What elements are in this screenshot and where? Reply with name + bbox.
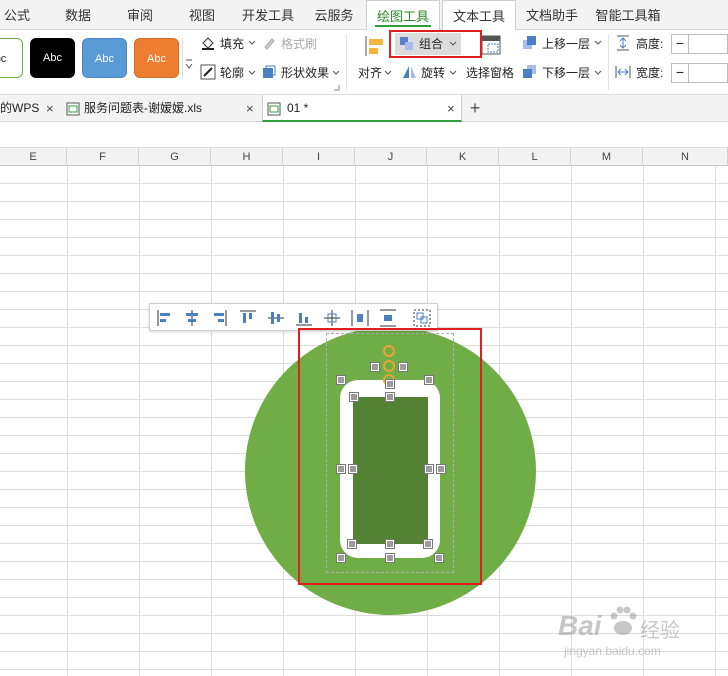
column-header[interactable]: F [67, 148, 139, 166]
align-left-icon[interactable] [155, 308, 175, 328]
chevron-down-icon [332, 70, 340, 75]
shape-style-orange[interactable]: Abc [134, 38, 179, 78]
column-header[interactable]: L [499, 148, 571, 166]
chevron-down-icon [594, 70, 602, 75]
tab-drawing-tools[interactable]: 绘图工具 [366, 0, 440, 31]
close-icon[interactable]: × [46, 95, 54, 122]
bring-forward-button[interactable]: 上移一层 [542, 36, 590, 52]
spreadsheet-file-icon [267, 102, 281, 116]
watermark-url: jingyan.baidu.com [564, 644, 661, 658]
new-tab-button[interactable]: + [466, 95, 484, 122]
align-right-icon[interactable] [209, 308, 229, 328]
column-header[interactable]: N [643, 148, 728, 166]
shape-effect-icon [263, 65, 276, 78]
doc-tab-wps[interactable]: 的WPS × [0, 95, 60, 122]
column-header-row: E F G H I J K L M N [0, 148, 728, 166]
paw-logo-icon [610, 606, 637, 635]
send-backward-button[interactable]: 下移一层 [542, 65, 590, 81]
doc-tab-label: 01 * [287, 101, 309, 115]
width-icon [615, 66, 631, 78]
tab-formula[interactable]: 公式 [0, 0, 34, 30]
close-icon[interactable]: × [246, 95, 254, 122]
chevron-down-icon [384, 70, 392, 75]
fill-button[interactable]: 填充 [220, 36, 244, 52]
align-button[interactable]: 对齐 [358, 65, 382, 81]
tab-smart-toolbox[interactable]: 智能工具箱 [592, 0, 664, 30]
align-center-icon[interactable] [182, 308, 202, 328]
styles-more-button[interactable] [182, 38, 194, 78]
shape-style-black[interactable]: Abc [30, 38, 75, 78]
doc-tab-label: 的WPS [0, 101, 40, 115]
rotate-icon [403, 66, 416, 78]
ribbon-tab-bar: 公式 数据 审阅 视图 开发工具 云服务 绘图工具 文本工具 文档助手 智能工具… [0, 0, 728, 31]
height-label: 高度: [636, 37, 664, 51]
tab-doc-assistant[interactable]: 文档助手 [522, 0, 582, 30]
align-middle-icon[interactable] [266, 308, 286, 328]
doc-tab-xls[interactable]: 服务问题表-谢嫒嫒.xls × [62, 95, 258, 122]
outline-pen-icon [200, 64, 216, 80]
rotate-button[interactable]: 旋转 [421, 65, 445, 81]
column-header[interactable]: M [571, 148, 643, 166]
height-decrement-button[interactable]: − [671, 34, 689, 54]
tab-review[interactable]: 审阅 [118, 0, 162, 30]
highlight-box-group-button [389, 30, 482, 58]
outline-button[interactable]: 轮廓 [220, 65, 244, 81]
doc-tab-label: 服务问题表-谢嫒嫒.xls [84, 101, 202, 115]
tab-cloud-service[interactable]: 云服务 [310, 0, 358, 30]
dialog-launcher-icon[interactable] [334, 85, 340, 91]
group-objects-icon[interactable] [412, 308, 432, 328]
format-brush-button[interactable]: 格式刷 [281, 36, 317, 52]
column-header[interactable]: J [355, 148, 427, 166]
formula-bar [0, 122, 728, 148]
selection-pane-button[interactable]: 选择窗格 [466, 65, 514, 81]
shape-style-blue[interactable]: Abc [82, 38, 127, 78]
align-center-both-icon[interactable] [322, 308, 342, 328]
selection-pane-icon [481, 35, 501, 55]
format-brush-icon [264, 38, 275, 50]
bring-forward-icon [523, 36, 536, 49]
column-header[interactable]: E [0, 148, 67, 166]
shape-style-white[interactable]: bc [0, 38, 23, 78]
floating-align-toolbar [149, 303, 438, 331]
tab-data[interactable]: 数据 [56, 0, 100, 30]
doc-tab-01[interactable]: 01 * × [262, 95, 462, 122]
spreadsheet-file-icon [66, 102, 80, 116]
send-backward-icon [523, 65, 536, 78]
width-label: 宽度: [636, 66, 664, 80]
column-header[interactable]: H [211, 148, 283, 166]
toolbar-separator [346, 34, 347, 90]
watermark-brand-suffix: 经验 [640, 620, 680, 642]
shape-effect-button[interactable]: 形状效果 [281, 65, 329, 81]
close-icon[interactable]: × [447, 95, 455, 122]
highlight-box-shapes [298, 328, 482, 585]
tab-drawing-tools-label: 绘图工具 [376, 9, 429, 24]
document-tab-bar: 的WPS × 服务问题表-谢嫒嫒.xls × 01 * × + [0, 95, 728, 122]
ribbon-toolbar: bc Abc Abc Abc 填充 格式刷 轮廓 形状效果 对齐 组合 旋转 选… [0, 30, 728, 95]
distribute-horizontal-icon[interactable] [350, 308, 370, 328]
align-bottom-icon[interactable] [294, 308, 314, 328]
watermark-brand: Bai [558, 610, 602, 641]
chevron-down-icon [449, 70, 457, 75]
chevron-down-icon [248, 40, 256, 45]
chevron-down-icon [594, 40, 602, 45]
active-tab-underline [375, 25, 431, 27]
tab-view[interactable]: 视图 [180, 0, 224, 30]
toolbar-separator [608, 34, 609, 90]
align-icon [365, 36, 383, 56]
height-icon [617, 35, 629, 51]
width-input[interactable] [689, 63, 728, 83]
width-decrement-button[interactable]: − [671, 63, 689, 83]
distribute-vertical-icon[interactable] [378, 308, 398, 328]
column-header[interactable]: G [139, 148, 211, 166]
align-top-icon[interactable] [238, 308, 258, 328]
column-header[interactable]: I [283, 148, 355, 166]
baidu-watermark: Bai 经验 jingyan.baidu.com [556, 596, 726, 666]
height-input[interactable] [689, 34, 728, 54]
chevron-down-icon [185, 59, 193, 69]
chevron-down-icon [248, 70, 256, 75]
column-header[interactable]: K [427, 148, 499, 166]
tab-text-tools[interactable]: 文本工具 [442, 0, 516, 31]
fill-bucket-icon [202, 37, 214, 50]
tab-developer[interactable]: 开发工具 [238, 0, 298, 30]
